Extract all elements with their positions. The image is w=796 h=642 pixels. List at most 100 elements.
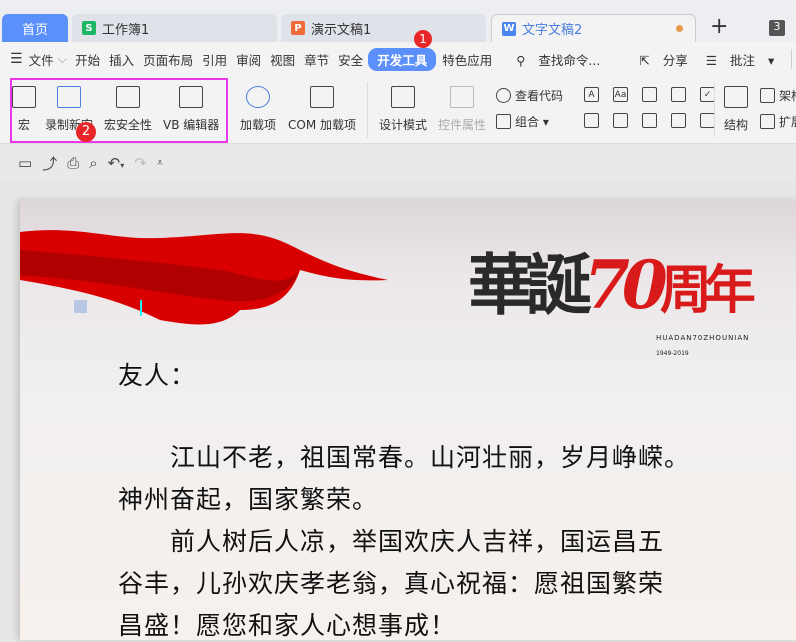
- ribbon-developer: 宏 录制新宏 宏安全性 VB 编辑器 2 加载项 COM 加载项 设计模式 控件…: [0, 76, 796, 144]
- label: 结构: [724, 118, 749, 132]
- menu-bar: ☰ 文件 ⌵ 开始 插入 页面布局 引用 审阅 视图 章节 安全 开发工具 特色应…: [0, 30, 796, 76]
- menu-file[interactable]: 文件: [29, 50, 54, 69]
- design-mode-icon: [391, 86, 415, 108]
- dropdown-list-icon[interactable]: [613, 113, 628, 128]
- presentation-icon: P: [291, 21, 305, 35]
- building-block-icon[interactable]: [671, 87, 686, 102]
- vb-editor-button[interactable]: VB 编辑器: [163, 86, 219, 133]
- macro-security-button[interactable]: 宏安全性: [104, 86, 152, 133]
- controls-row-1: A Aa ✓: [584, 87, 719, 102]
- doc-line: 昌盛！愿您和家人心想事成！: [118, 611, 457, 640]
- label: 宏: [17, 118, 30, 132]
- com-addins-button[interactable]: COM 加载项: [288, 86, 356, 133]
- doc-line: 神州奋起，国家繁荣。: [118, 485, 379, 514]
- tab-home[interactable]: 首页: [2, 14, 68, 42]
- print-icon[interactable]: ⎙: [67, 154, 79, 172]
- controls-row-2: [584, 113, 719, 128]
- comment-icon: ☰: [705, 52, 717, 68]
- combo-box-icon[interactable]: [584, 113, 599, 128]
- tab-document-active[interactable]: W 文字文稿2: [491, 14, 696, 42]
- view-code-icon: [496, 88, 511, 103]
- frame-icon: [760, 88, 775, 103]
- menu-insert[interactable]: 插入: [109, 50, 134, 69]
- view-code-button[interactable]: 查看代码: [496, 87, 563, 104]
- com-gear-icon: [310, 86, 334, 108]
- label: 设计模式: [379, 118, 428, 132]
- menu-section[interactable]: 章节: [304, 50, 329, 69]
- paragraph-mark-icon[interactable]: [74, 300, 87, 313]
- menu-security[interactable]: 安全: [338, 50, 363, 69]
- print-preview-icon[interactable]: ⌕: [89, 154, 97, 172]
- label: VB 编辑器: [163, 118, 220, 132]
- help-button[interactable]: ?: [791, 49, 796, 69]
- checkbox-control-icon[interactable]: ✓: [700, 87, 715, 102]
- label: 控件属性: [438, 118, 487, 132]
- expand-button[interactable]: 扩展: [760, 113, 796, 130]
- search-label: 查找命令...: [538, 52, 601, 68]
- control-properties-icon: [450, 86, 474, 108]
- tab-label: 文字文稿2: [522, 23, 583, 38]
- step-badge-1: 1: [414, 30, 432, 48]
- tab-label: 工作簿1: [102, 22, 150, 38]
- customize-toolbar-icon[interactable]: ⩡: [157, 156, 163, 170]
- label: COM 加载项: [288, 118, 356, 132]
- search-icon: ⚲: [516, 52, 526, 68]
- date-picker-icon[interactable]: [642, 113, 657, 128]
- divider: [367, 82, 368, 138]
- menu-references[interactable]: 引用: [202, 50, 227, 69]
- structure-button[interactable]: 结构: [724, 86, 748, 133]
- menu-view[interactable]: 视图: [270, 50, 295, 69]
- macro-button[interactable]: 宏: [12, 86, 36, 133]
- tab-label: 演示文稿1: [311, 22, 372, 38]
- anniversary-banner-logo: 華誕70周年 HUADAN70ZHOUNIAN 1949-2019: [468, 246, 756, 357]
- tab-count[interactable]: 3: [769, 20, 785, 36]
- design-mode-button[interactable]: 设计模式: [379, 86, 427, 133]
- text-cursor: [140, 300, 142, 316]
- comment-label: 批注: [729, 52, 755, 68]
- legacy-tools-icon[interactable]: [700, 113, 715, 128]
- label: 查看代码: [515, 89, 564, 103]
- redo-icon[interactable]: ↷: [134, 154, 147, 172]
- divider: [714, 82, 715, 138]
- spreadsheet-icon: S: [82, 21, 96, 35]
- repeating-section-icon[interactable]: [671, 113, 686, 128]
- document-icon: W: [502, 21, 516, 36]
- picture-control-icon[interactable]: [642, 87, 657, 102]
- text-control-icon[interactable]: A: [584, 87, 599, 102]
- chevron-down-icon[interactable]: ⌵: [58, 51, 67, 67]
- frame-button[interactable]: 架构: [760, 87, 796, 104]
- share-icon: ⇱: [639, 52, 650, 68]
- hamburger-icon[interactable]: ☰: [10, 51, 23, 67]
- tab-presentation[interactable]: P 演示文稿1: [281, 14, 486, 42]
- addins-button[interactable]: 加载项: [240, 86, 276, 133]
- new-tab-button[interactable]: +: [710, 14, 728, 39]
- menu-developer-tools[interactable]: 开发工具: [368, 47, 437, 71]
- banner-subtitle: HUADAN70ZHOUNIAN: [656, 334, 750, 342]
- save-icon[interactable]: ▭: [18, 154, 32, 172]
- share-button[interactable]: ⇱ 分享: [639, 50, 696, 69]
- menu-start[interactable]: 开始: [75, 50, 100, 69]
- expand-icon: [760, 114, 775, 129]
- comment-button[interactable]: ☰ 批注 ▾: [706, 50, 774, 69]
- tab-workbook[interactable]: S 工作簿1: [72, 14, 277, 42]
- control-properties-button[interactable]: 控件属性: [438, 86, 486, 133]
- menu-layout[interactable]: 页面布局: [143, 50, 193, 69]
- menu-review[interactable]: 审阅: [236, 50, 261, 69]
- menu-special[interactable]: 特色应用: [442, 50, 492, 69]
- label: 宏安全性: [104, 118, 153, 132]
- step-badge-2: 2: [76, 122, 96, 142]
- record-macro-icon: [57, 86, 81, 108]
- undo-icon[interactable]: ↶▾: [108, 154, 125, 172]
- export-icon[interactable]: ⤴: [42, 153, 57, 174]
- group-button[interactable]: 组合 ▾: [496, 113, 549, 130]
- label: 组合: [515, 115, 540, 129]
- document-page[interactable]: 華誕70周年 HUADAN70ZHOUNIAN 1949-2019 友人： 江山…: [20, 200, 796, 640]
- doc-line: 友人：: [118, 361, 197, 390]
- share-label: 分享: [662, 52, 688, 68]
- search-command[interactable]: ⚲ 查找命令...: [516, 50, 609, 69]
- tab-bar: 首页 S 工作簿1 P 演示文稿1 W 文字文稿2 + 3: [0, 0, 796, 42]
- rich-text-control-icon[interactable]: Aa: [613, 87, 628, 102]
- label: 架构: [779, 89, 796, 103]
- label: 加载项: [240, 118, 277, 132]
- label: 扩展: [779, 115, 796, 129]
